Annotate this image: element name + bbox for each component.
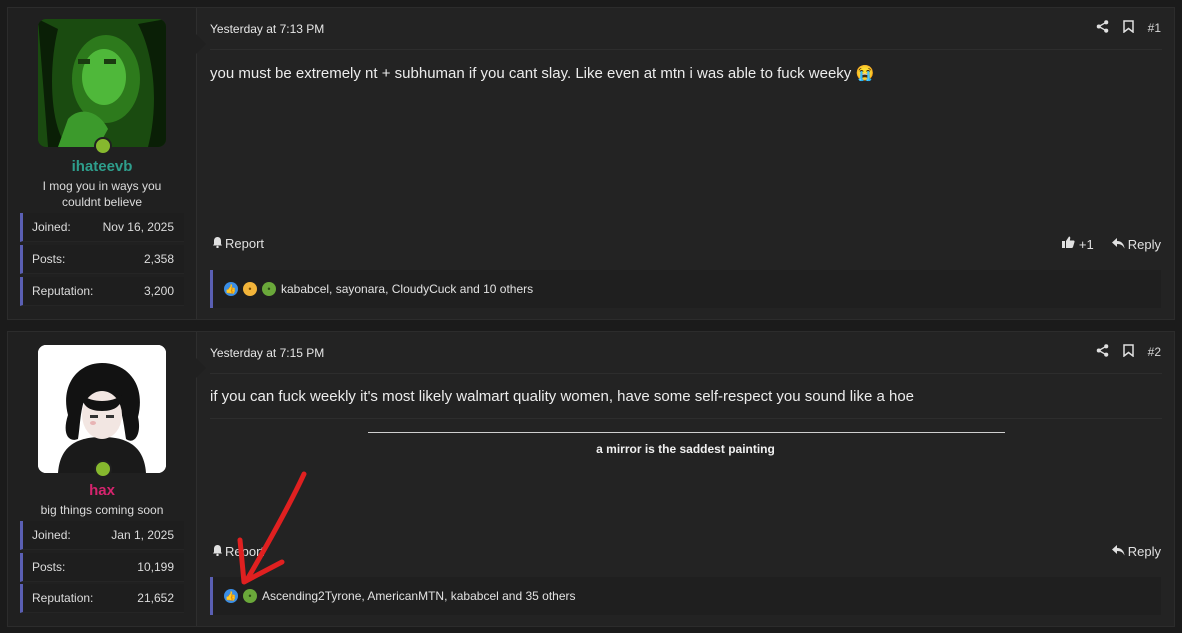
thumbs-up-icon (1061, 236, 1075, 252)
post-footer-actions: +1 Reply (1061, 236, 1161, 252)
reactions-bar[interactable]: 👍 • • kababcel, sayonara, CloudyCuck and… (210, 270, 1161, 308)
user-sidebar: hax big things coming soon Joined: Jan 1,… (8, 332, 206, 626)
report-button[interactable]: Report (212, 544, 264, 559)
post-actions: #1 (1096, 20, 1161, 36)
reactions-text[interactable]: kababcel, sayonara, CloudyCuck and 10 ot… (281, 282, 533, 296)
user-title: I mog you in ways you couldnt believe (42, 179, 162, 209)
bell-icon (212, 236, 223, 251)
like-reaction-icon: 👍 (224, 282, 238, 296)
share-icon[interactable] (1096, 344, 1109, 360)
post-date[interactable]: Yesterday at 7:15 PM (210, 346, 324, 360)
post-message: you must be extremely nt + subhuman if y… (210, 65, 875, 82)
reactions-bar[interactable]: 👍 • Ascending2Tyrone, AmericanMTN, kabab… (210, 577, 1161, 615)
signature-divider (368, 432, 1005, 433)
avatar[interactable] (38, 345, 166, 473)
bell-icon (212, 544, 223, 559)
bookmark-icon[interactable] (1122, 344, 1134, 360)
bookmark-icon[interactable] (1122, 20, 1134, 36)
post-actions: #2 (1096, 344, 1161, 360)
post-date[interactable]: Yesterday at 7:13 PM (210, 22, 324, 36)
reply-button[interactable]: Reply (1111, 237, 1161, 252)
post-2: hax big things coming soon Joined: Jan 1,… (7, 331, 1175, 627)
username[interactable]: hax (8, 482, 196, 499)
stat-posts: Posts: 10,199 (20, 553, 184, 582)
online-status-indicator (94, 137, 112, 155)
sick-reaction-icon: • (262, 282, 276, 296)
share-icon[interactable] (1096, 20, 1109, 36)
avatar[interactable] (38, 19, 166, 147)
signature: a mirror is the saddest painting (596, 442, 775, 456)
stat-joined: Joined: Nov 16, 2025 (20, 213, 184, 242)
user-sidebar: ihateevb I mog you in ways you couldnt b… (8, 8, 206, 319)
post-content: Yesterday at 7:15 PM #2 if you can fuck … (210, 332, 1174, 626)
like-button[interactable]: +1 (1061, 236, 1094, 252)
stat-joined: Joined: Jan 1, 2025 (20, 521, 184, 550)
like-count: +1 (1078, 236, 1094, 252)
thinking-reaction-icon: • (243, 282, 257, 296)
post-footer-actions: Reply (1111, 544, 1161, 559)
post-1: ihateevb I mog you in ways you couldnt b… (7, 7, 1175, 320)
post-message: if you can fuck weekly it's most likely … (210, 388, 915, 405)
post-content: Yesterday at 7:13 PM #1 you must be extr… (210, 8, 1174, 319)
stat-posts: Posts: 2,358 (20, 245, 184, 274)
stat-reputation: Reputation: 21,652 (20, 584, 184, 613)
stat-reputation: Reputation: 3,200 (20, 277, 184, 306)
username[interactable]: ihateevb (8, 158, 196, 175)
sick-reaction-icon: • (243, 589, 257, 603)
like-reaction-icon: 👍 (224, 589, 238, 603)
post-number[interactable]: #1 (1148, 21, 1161, 35)
online-status-indicator (94, 460, 112, 478)
post-number[interactable]: #2 (1148, 345, 1161, 359)
reply-icon (1111, 237, 1125, 252)
reactions-text[interactable]: Ascending2Tyrone, AmericanMTN, kababcel … (262, 589, 576, 603)
reply-button[interactable]: Reply (1111, 544, 1161, 559)
user-title: big things coming soon (40, 503, 164, 517)
report-button[interactable]: Report (212, 236, 264, 251)
reply-icon (1111, 544, 1125, 559)
